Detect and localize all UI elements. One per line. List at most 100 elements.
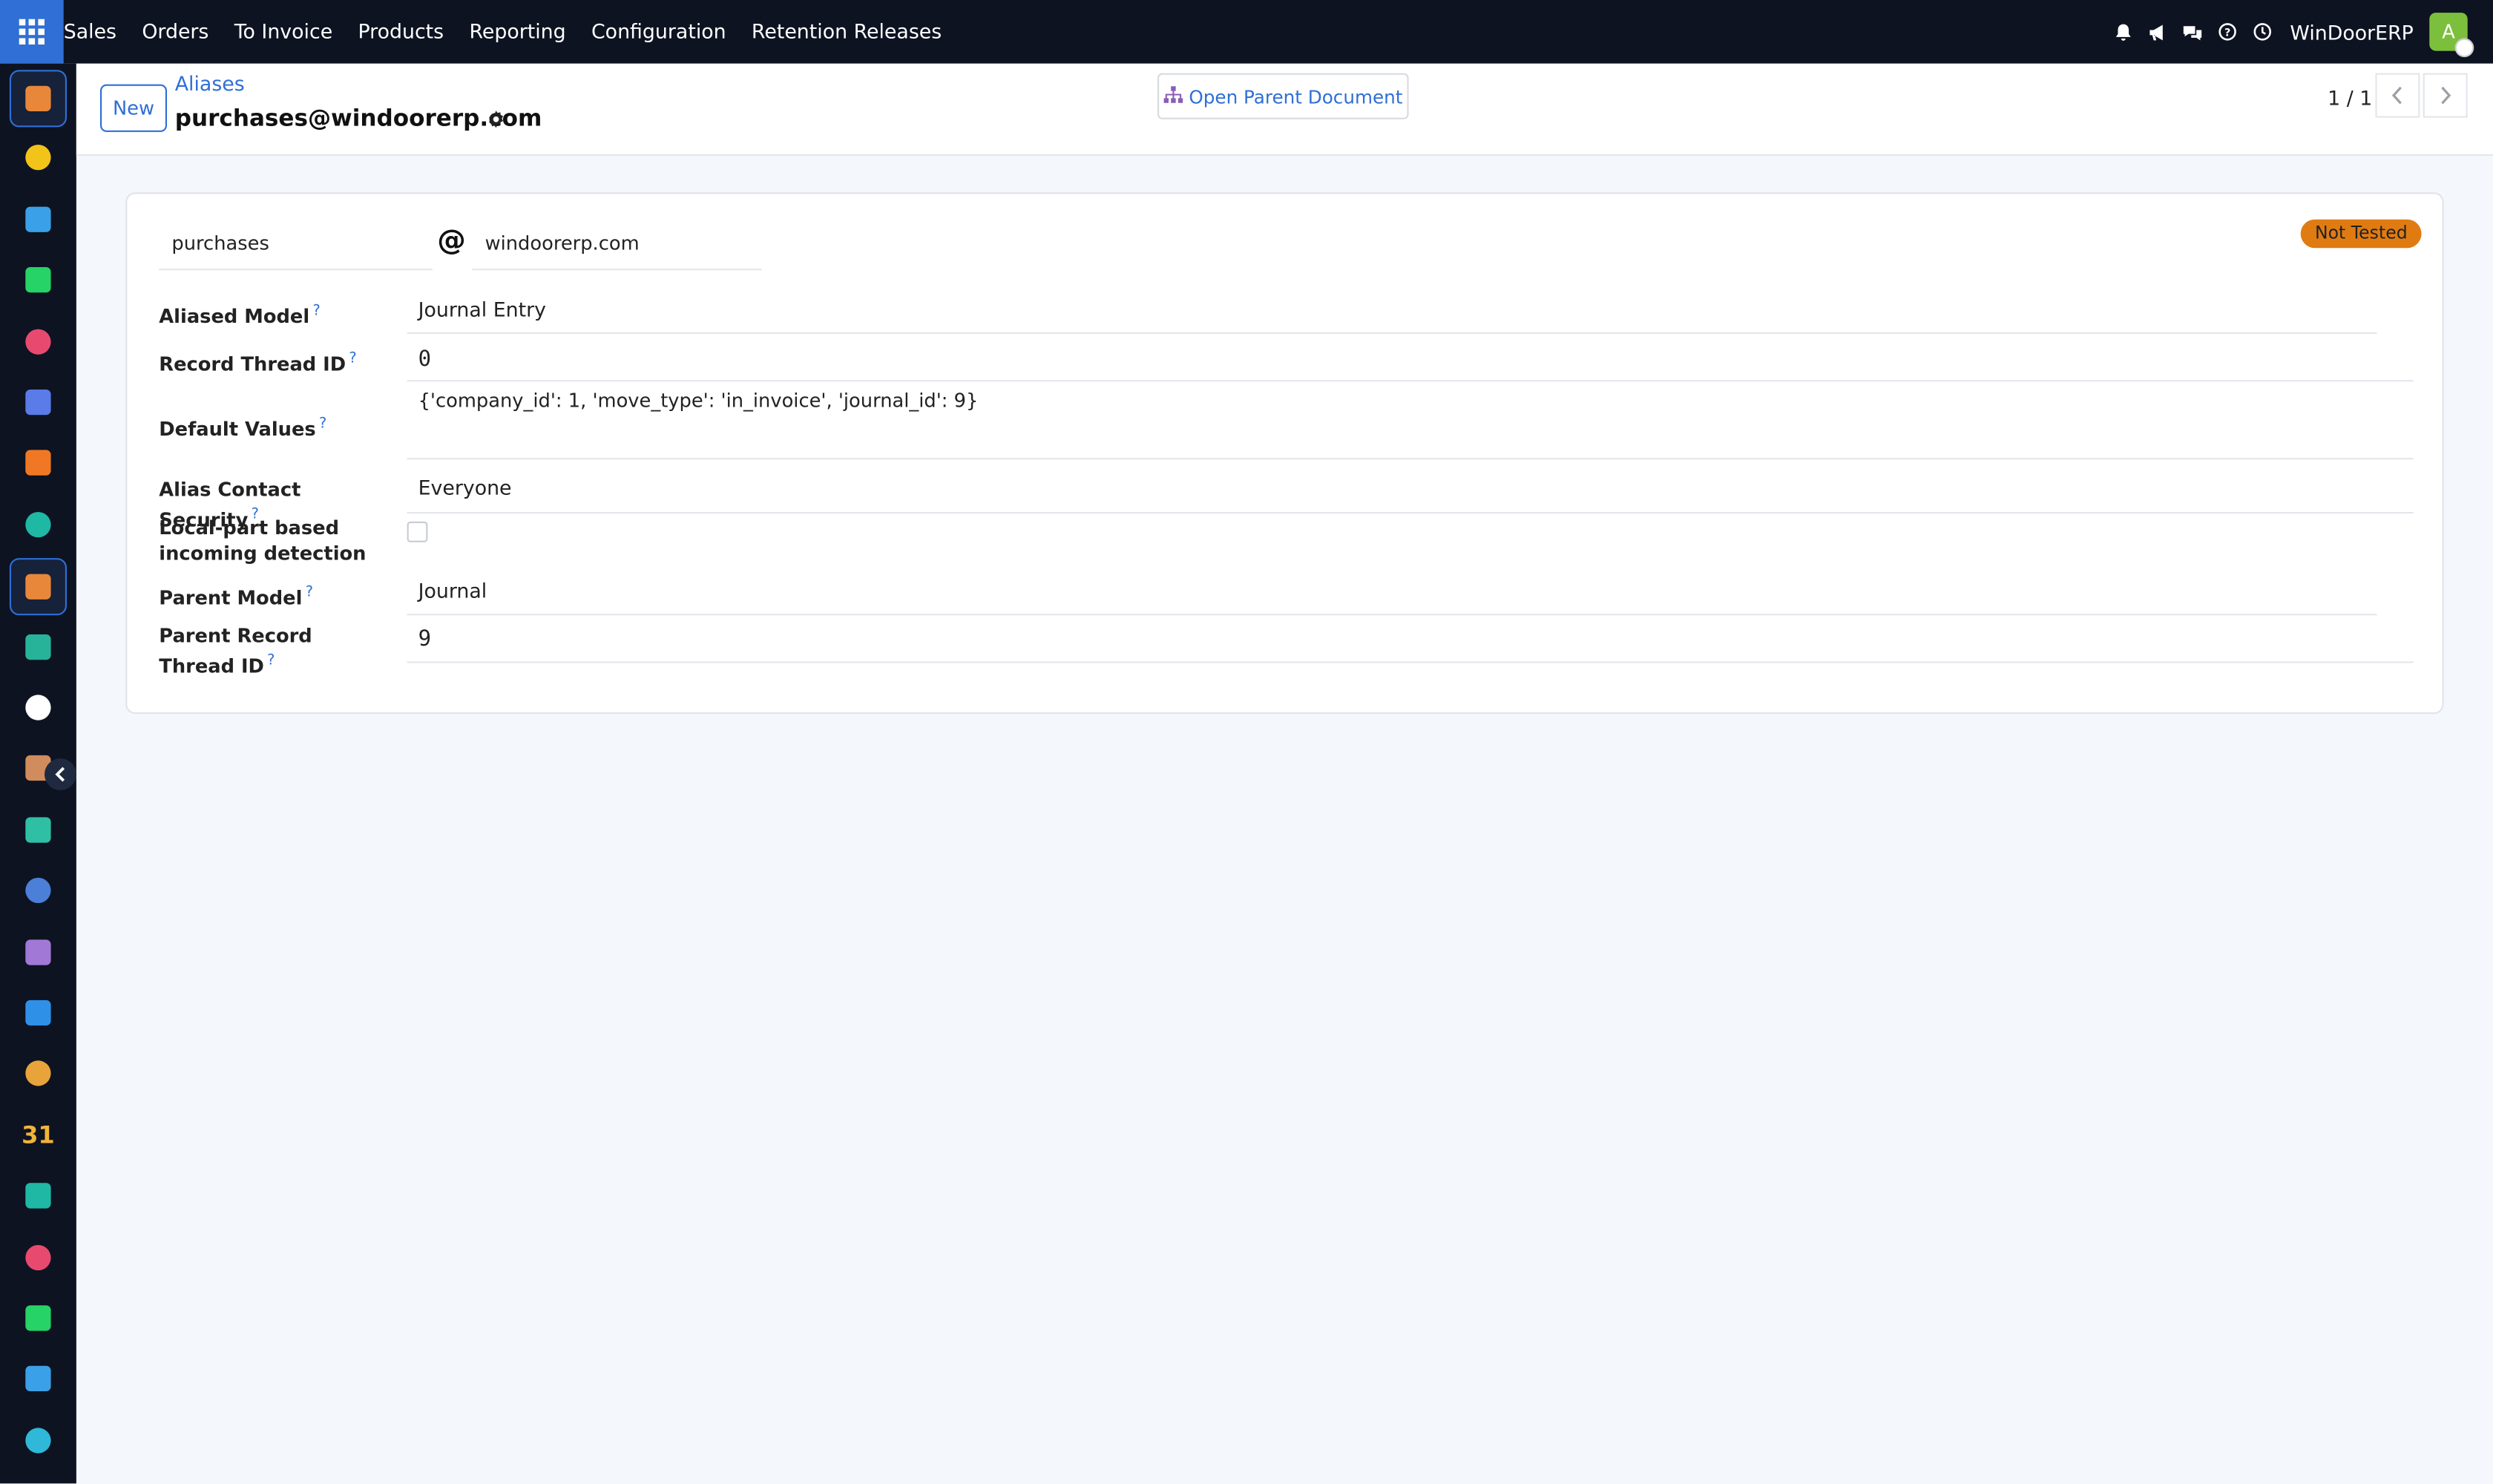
- dashboard-app-icon[interactable]: [13, 194, 64, 245]
- default-values-label: Default Values?: [159, 416, 327, 441]
- chat-app-glyph: [25, 450, 51, 476]
- dashboard-app-2-icon[interactable]: [13, 1353, 64, 1405]
- sales-app-icon[interactable]: [9, 558, 68, 616]
- gear-icon[interactable]: [487, 110, 506, 135]
- parent-model-field[interactable]: Journal: [407, 568, 2377, 616]
- project-app-icon[interactable]: [13, 804, 64, 856]
- mail-app-icon[interactable]: [13, 377, 64, 428]
- presence-indicator: [2454, 38, 2474, 58]
- chat-icon[interactable]: [2175, 0, 2210, 64]
- aliased-model-label: Aliased Model?: [159, 303, 321, 328]
- local-part-detection-label: Local-part based incoming detection: [159, 516, 367, 565]
- sign-app-icon[interactable]: [13, 1171, 64, 1222]
- help-tooltip-icon[interactable]: ?: [306, 585, 313, 601]
- control-panel: New Aliases purchases@windoorerp.com Ope…: [76, 63, 2493, 156]
- studio-app-icon[interactable]: [13, 1415, 64, 1466]
- default-values-field[interactable]: {'company_id': 1, 'move_type': 'in_invoi…: [407, 383, 2414, 460]
- new-button[interactable]: New: [100, 84, 167, 132]
- dashboards-app-icon[interactable]: [13, 316, 64, 367]
- pager-previous-button[interactable]: [2375, 73, 2420, 118]
- help-tooltip-icon[interactable]: ?: [267, 654, 275, 669]
- calendar-app-icon[interactable]: 31: [13, 1109, 64, 1160]
- grid-icon: [19, 19, 45, 45]
- form-sheet: Not Tested purchases @ windoorerp.com Al…: [125, 192, 2444, 715]
- main-menu: Sales Orders To Invoice Products Reporti…: [64, 0, 955, 64]
- inventory-app-icon[interactable]: [13, 682, 64, 733]
- megaphone-icon[interactable]: [2141, 0, 2175, 64]
- sales-app-glyph: [25, 574, 51, 600]
- help-icon[interactable]: ?: [2210, 0, 2245, 64]
- menu-item-reporting[interactable]: Reporting: [456, 0, 579, 64]
- dashboard-app-2-glyph: [25, 1366, 51, 1392]
- knowledge-app-glyph: [25, 878, 51, 904]
- parent-record-thread-id-field[interactable]: 9: [407, 617, 2414, 663]
- pager-value[interactable]: 1 / 1: [2328, 86, 2372, 110]
- whatsapp-app-2-glyph: [25, 1305, 51, 1331]
- parent-record-thread-id-label: Parent Record Thread ID?: [159, 625, 312, 677]
- inventory-app-glyph: [25, 695, 51, 720]
- project-app-glyph: [25, 816, 51, 843]
- help-tooltip-icon[interactable]: ?: [312, 303, 320, 319]
- menu-item-to-invoice[interactable]: To Invoice: [222, 0, 346, 64]
- menu-item-orders[interactable]: Orders: [129, 0, 221, 64]
- clock-icon[interactable]: [2245, 0, 2280, 64]
- help-tooltip-icon[interactable]: ?: [349, 352, 356, 367]
- contacts-app-glyph: [25, 634, 51, 660]
- record-thread-id-label: Record Thread ID?: [159, 351, 357, 375]
- aliased-model-field[interactable]: Journal Entry: [407, 286, 2377, 334]
- menu-item-retention-releases[interactable]: Retention Releases: [739, 0, 955, 64]
- systray: ? WinDoorERP A: [2106, 0, 2493, 64]
- alias-name-input[interactable]: purchases: [159, 220, 433, 271]
- app-sidebar: 31: [0, 63, 76, 1484]
- invoicing-app-icon[interactable]: [13, 988, 64, 1039]
- bell-icon[interactable]: [2106, 0, 2141, 64]
- reporting-app-icon[interactable]: [9, 70, 68, 128]
- contacts-app-icon[interactable]: [13, 621, 64, 672]
- manufacturing-app-icon[interactable]: [13, 926, 64, 977]
- avatar-initial: A: [2442, 20, 2455, 43]
- dashboards-app-2-icon[interactable]: [13, 1232, 64, 1283]
- menu-item-configuration[interactable]: Configuration: [579, 0, 739, 64]
- collapse-sidebar-button[interactable]: [45, 758, 76, 790]
- employees-app-glyph: [25, 1061, 51, 1087]
- dashboards-app-glyph: [25, 328, 51, 354]
- knowledge-app-icon[interactable]: [13, 865, 64, 916]
- record-thread-id-field[interactable]: 0: [407, 335, 2414, 382]
- app-menu-button[interactable]: [0, 0, 64, 64]
- sign-app-glyph: [25, 1183, 51, 1209]
- mail-app-glyph: [25, 390, 51, 416]
- alias-domain-input[interactable]: windoorerp.com: [472, 220, 762, 271]
- parent-model-label: Parent Model?: [159, 585, 313, 609]
- top-navbar: Sales Orders To Invoice Products Reporti…: [0, 0, 2493, 64]
- whatsapp-app-glyph: [25, 267, 51, 293]
- breadcrumb-aliases[interactable]: Aliases: [175, 71, 245, 95]
- svg-text:?: ?: [2225, 27, 2231, 39]
- employees-app-icon[interactable]: [13, 1048, 64, 1100]
- manufacturing-app-glyph: [25, 939, 51, 965]
- help-tooltip-icon[interactable]: ?: [319, 416, 326, 432]
- alias-contact-security-field[interactable]: Everyone: [407, 464, 2414, 514]
- send-app-icon[interactable]: [13, 133, 64, 184]
- transfer-app-icon[interactable]: [13, 499, 64, 550]
- user-avatar[interactable]: A: [2429, 13, 2474, 58]
- at-sign: @: [437, 224, 466, 258]
- menu-item-sales[interactable]: Sales: [64, 0, 129, 64]
- invoicing-app-glyph: [25, 999, 51, 1026]
- menu-item-products[interactable]: Products: [345, 0, 456, 64]
- company-switcher[interactable]: WinDoorERP: [2290, 20, 2413, 44]
- dashboards-app-2-glyph: [25, 1244, 51, 1270]
- sitemap-icon: [1163, 85, 1183, 108]
- pager-next-button[interactable]: [2423, 73, 2468, 118]
- send-app-glyph: [25, 145, 51, 171]
- dashboard-app-glyph: [25, 206, 51, 232]
- open-parent-document-button[interactable]: Open Parent Document: [1157, 73, 1409, 119]
- whatsapp-app-2-icon[interactable]: [13, 1293, 64, 1344]
- chat-app-icon[interactable]: [13, 438, 64, 489]
- local-part-detection-checkbox[interactable]: [407, 521, 428, 542]
- reporting-app-glyph: [25, 85, 51, 111]
- transfer-app-glyph: [25, 511, 51, 537]
- status-badge: Not Tested: [2300, 219, 2422, 249]
- calendar-number: 31: [22, 1120, 55, 1149]
- studio-app-glyph: [25, 1427, 51, 1454]
- whatsapp-app-icon[interactable]: [13, 255, 64, 306]
